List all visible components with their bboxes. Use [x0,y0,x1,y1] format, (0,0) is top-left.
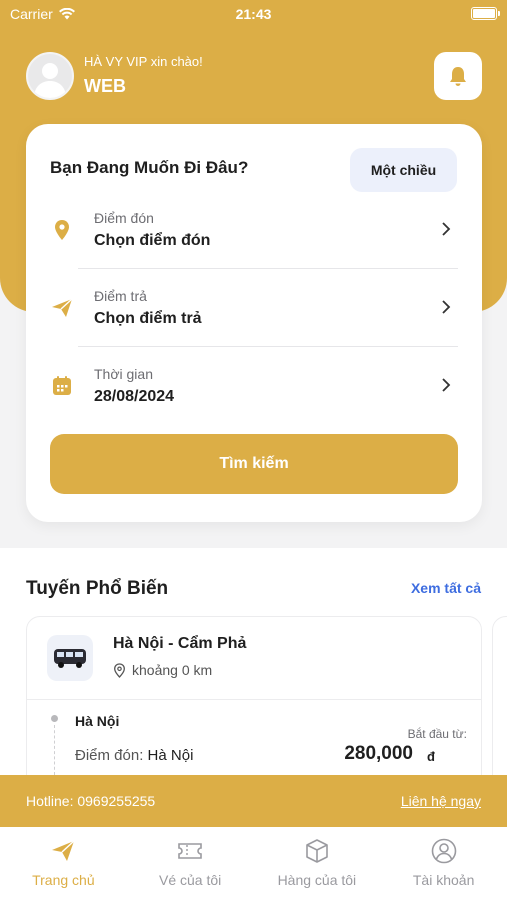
pickup-info: Điểm đón: Hà Nội [75,747,193,764]
username: WEB [84,76,126,96]
price: 280,000 [344,743,413,764]
date-value: 28/08/2024 [94,388,175,405]
search-card: Bạn Đang Muốn Đi Đâu? Một chiều Điểm đón… [26,124,482,522]
chevron-right-icon [442,300,451,314]
date-field[interactable]: Thời gian 28/08/2024 [26,352,482,430]
tab-my-tickets[interactable]: Vé của tôi [127,827,254,900]
ticket-icon [178,843,202,859]
price-label: Bắt đầu từ: [407,727,467,741]
see-all-link[interactable]: Xem tất cả [411,580,481,596]
tab-label: Vé của tôi [158,872,222,888]
contact-link[interactable]: Liên hệ ngay [401,793,481,809]
battery-icon [471,7,500,20]
status-bar: Carrier 21:43 [0,0,507,28]
send-icon [52,298,73,317]
tab-label: Tài khoản [412,872,475,888]
distance-text: khoảng 0 km [132,662,213,678]
search-card-title: Bạn Đang Muốn Đi Đâu? [50,158,249,177]
stop-city: Hà Nội [75,713,120,729]
dropoff-value: Chọn điểm trả [94,310,202,327]
chevron-right-icon [442,378,451,392]
dropoff-field[interactable]: Điểm trả Chọn điểm trả [26,274,482,352]
pickup-info-value: Hà Nội [147,747,194,764]
clock: 21:43 [235,6,272,22]
tab-label: Trang chủ [32,872,95,888]
pickup-label: Điểm đón [94,210,154,226]
greeting-text: HÀ VY VIP xin chào! [84,54,203,69]
dropoff-label: Điểm trả [94,288,147,304]
divider [27,699,481,700]
pickup-info-label: Điểm đón: [75,747,144,764]
send-icon [52,840,75,861]
notification-button[interactable] [434,52,482,100]
user-silhouette-icon [34,63,66,98]
search-button[interactable]: Tìm kiếm [50,434,458,494]
pickup-field[interactable]: Điểm đón Chọn điểm đón [26,196,482,274]
stop-dot [51,715,58,722]
avatar[interactable] [26,52,74,100]
hotline-bar: Hotline: 0969255255 Liên hệ ngay [0,775,507,827]
section-title: Tuyến Phổ Biến [26,578,169,599]
tab-label: Hàng của tôi [277,872,357,888]
hotline-text[interactable]: Hotline: 0969255255 [26,793,155,809]
route-name: Hà Nội - Cẩm Phả [113,635,247,652]
calendar-icon [53,376,71,395]
chevron-right-icon [442,222,451,236]
bell-icon [450,67,466,86]
tab-home[interactable]: Trang chủ [0,827,127,900]
pickup-value: Chọn điểm đón [94,232,211,249]
user-icon [431,838,456,864]
package-icon [306,839,328,863]
divider [78,346,458,347]
location-pin-icon [114,662,125,678]
price-unit: đ [427,749,435,764]
distance-row: khoảng 0 km [113,662,212,678]
tab-account[interactable]: Tài khoản [380,827,507,900]
date-label: Thời gian [94,366,153,382]
tab-bar: Trang chủ Vé của tôi Hàng của tôi Tài kh… [0,827,507,900]
divider [78,268,458,269]
location-pin-icon [55,220,69,240]
trip-type-button[interactable]: Một chiều [350,148,457,192]
tab-my-packages[interactable]: Hàng của tôi [254,827,381,900]
bus-icon [54,649,86,668]
route-line [54,725,55,775]
bus-thumbnail [47,635,93,681]
